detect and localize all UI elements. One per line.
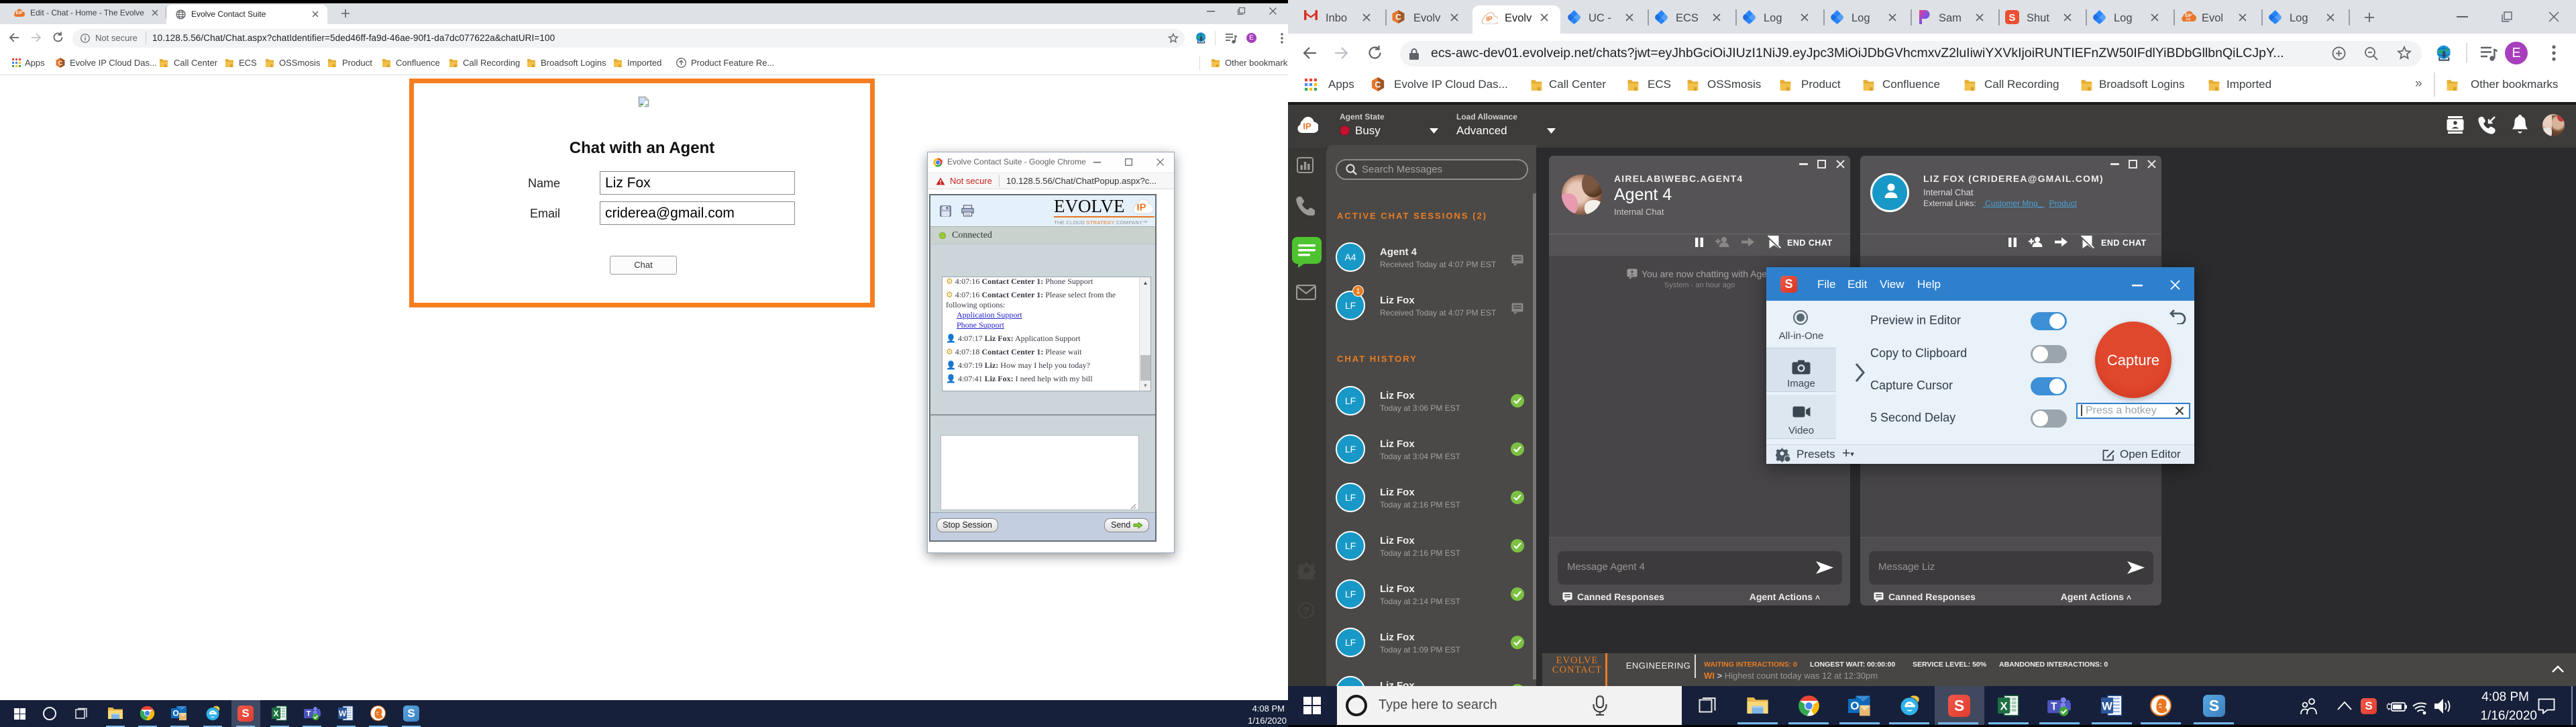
svg-text:IP: IP bbox=[1303, 122, 1311, 132]
svg-text:O: O bbox=[1850, 699, 1859, 712]
svg-text:W: W bbox=[2102, 699, 2112, 712]
svg-text:EIP: EIP bbox=[16, 11, 23, 15]
svg-text:T: T bbox=[2051, 701, 2057, 713]
svg-text:C: C bbox=[1375, 80, 1381, 89]
svg-text:O: O bbox=[172, 709, 178, 718]
svg-text:IP: IP bbox=[1136, 202, 1146, 213]
svg-text:T: T bbox=[307, 710, 311, 718]
svg-text:W: W bbox=[339, 709, 347, 718]
svg-text:X: X bbox=[273, 709, 278, 718]
svg-text:C: C bbox=[58, 60, 63, 66]
svg-text:X: X bbox=[2000, 699, 2007, 712]
